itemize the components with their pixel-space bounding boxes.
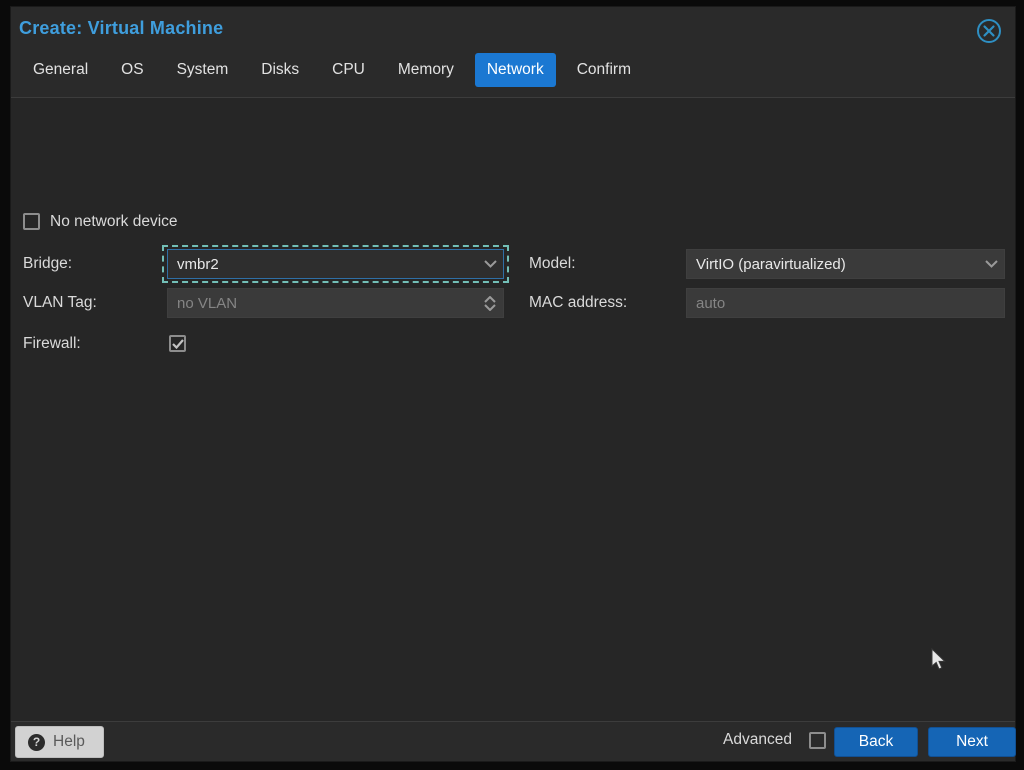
bridge-label: Bridge: bbox=[23, 255, 73, 272]
no-network-device-label: No network device bbox=[50, 213, 178, 230]
model-dropdown-trigger[interactable] bbox=[978, 250, 1004, 278]
vlan-spinner[interactable] bbox=[477, 289, 503, 317]
advanced-label: Advanced bbox=[723, 731, 792, 748]
model-label: Model: bbox=[529, 255, 576, 272]
mac-address-label: MAC address: bbox=[529, 294, 628, 311]
close-button[interactable] bbox=[975, 17, 1003, 45]
dialog-footer: ? Help Advanced Back Next bbox=[11, 721, 1016, 761]
tab-os[interactable]: OS bbox=[109, 53, 155, 87]
firewall-checkbox[interactable] bbox=[169, 335, 186, 352]
tab-cpu[interactable]: CPU bbox=[320, 53, 377, 87]
network-form: No network device Bridge: vmbr2 Model: V… bbox=[11, 98, 1015, 721]
chevron-down-icon bbox=[984, 260, 998, 268]
bridge-value: vmbr2 bbox=[177, 255, 219, 273]
tab-memory[interactable]: Memory bbox=[386, 53, 466, 87]
mac-address-input[interactable] bbox=[687, 289, 1004, 317]
chevron-down-icon bbox=[483, 260, 497, 268]
vlan-tag-label: VLAN Tag: bbox=[23, 294, 97, 311]
model-combobox[interactable]: VirtIO (paravirtualized) bbox=[686, 249, 1005, 279]
advanced-checkbox[interactable] bbox=[809, 732, 826, 749]
next-button[interactable]: Next bbox=[928, 727, 1016, 757]
bridge-combobox[interactable]: vmbr2 bbox=[162, 245, 509, 283]
vlan-tag-input[interactable] bbox=[168, 289, 477, 317]
wizard-tab-bar: General OS System Disks CPU Memory Netwo… bbox=[11, 39, 1015, 98]
tab-network[interactable]: Network bbox=[474, 53, 556, 87]
help-button-label: Help bbox=[53, 733, 85, 750]
create-vm-dialog: Create: Virtual Machine General OS Syste… bbox=[10, 6, 1016, 762]
tab-disks[interactable]: Disks bbox=[249, 53, 311, 87]
close-icon bbox=[977, 19, 1001, 43]
spinner-up-icon bbox=[484, 295, 496, 303]
mac-address-field bbox=[686, 288, 1005, 318]
tab-general[interactable]: General bbox=[21, 53, 100, 87]
vlan-tag-field bbox=[167, 288, 504, 318]
spinner-down-icon bbox=[484, 303, 496, 311]
checkmark-icon bbox=[171, 338, 184, 349]
help-button[interactable]: ? Help bbox=[15, 726, 104, 758]
no-network-device-checkbox[interactable] bbox=[23, 213, 40, 230]
dialog-title: Create: Virtual Machine bbox=[19, 18, 224, 38]
back-button[interactable]: Back bbox=[834, 727, 918, 757]
help-icon: ? bbox=[28, 733, 45, 751]
model-value: VirtIO (paravirtualized) bbox=[696, 255, 846, 273]
dialog-header: Create: Virtual Machine bbox=[11, 7, 1015, 43]
firewall-label: Firewall: bbox=[23, 335, 81, 352]
tab-confirm[interactable]: Confirm bbox=[565, 53, 643, 87]
bridge-dropdown-trigger[interactable] bbox=[477, 250, 503, 278]
tab-system[interactable]: System bbox=[165, 53, 241, 87]
